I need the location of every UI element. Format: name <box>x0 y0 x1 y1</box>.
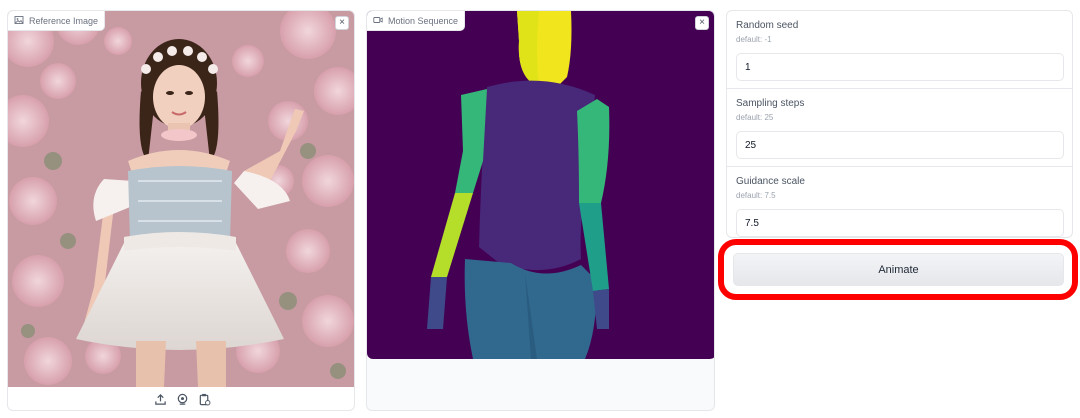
guidance-scale-info: default: 7.5 <box>736 191 776 200</box>
guidance-scale-input[interactable] <box>736 209 1064 237</box>
random-seed-info: default: -1 <box>736 35 772 44</box>
guidance-scale-label: Guidance scale <box>736 176 805 187</box>
webcam-icon[interactable] <box>175 393 189 407</box>
reference-image-label: Reference Image <box>29 15 99 26</box>
random-seed-label: Random seed <box>736 20 799 31</box>
densepose-video-frame[interactable] <box>367 11 715 359</box>
sampling-steps-input[interactable] <box>736 131 1064 159</box>
motion-sequence-chip: Motion Sequence <box>367 11 466 31</box>
clipboard-icon[interactable] <box>197 393 211 407</box>
random-seed-input[interactable] <box>736 53 1064 81</box>
reference-image-panel: Reference Image × <box>7 10 355 411</box>
motion-close-button[interactable]: × <box>695 16 709 30</box>
image-icon <box>14 15 24 27</box>
reference-image-chip: Reference Image <box>8 11 106 31</box>
settings-panel: Random seed default: -1 Sampling steps d… <box>726 10 1073 238</box>
image-source-toolbar <box>8 387 354 410</box>
guidance-scale-field: Guidance scale default: 7.5 <box>727 166 1072 237</box>
random-seed-field: Random seed default: -1 <box>727 11 1072 88</box>
motion-sequence-label: Motion Sequence <box>388 15 459 26</box>
reference-close-button[interactable]: × <box>335 16 349 30</box>
reference-photo <box>8 11 354 387</box>
upload-icon[interactable] <box>153 393 167 407</box>
sampling-steps-info: default: 25 <box>736 113 774 122</box>
animate-button[interactable]: Animate <box>733 253 1064 286</box>
sampling-steps-label: Sampling steps <box>736 98 805 109</box>
sampling-steps-field: Sampling steps default: 25 <box>727 88 1072 166</box>
motion-sequence-panel: Motion Sequence × <box>366 10 715 411</box>
video-icon <box>373 15 383 27</box>
